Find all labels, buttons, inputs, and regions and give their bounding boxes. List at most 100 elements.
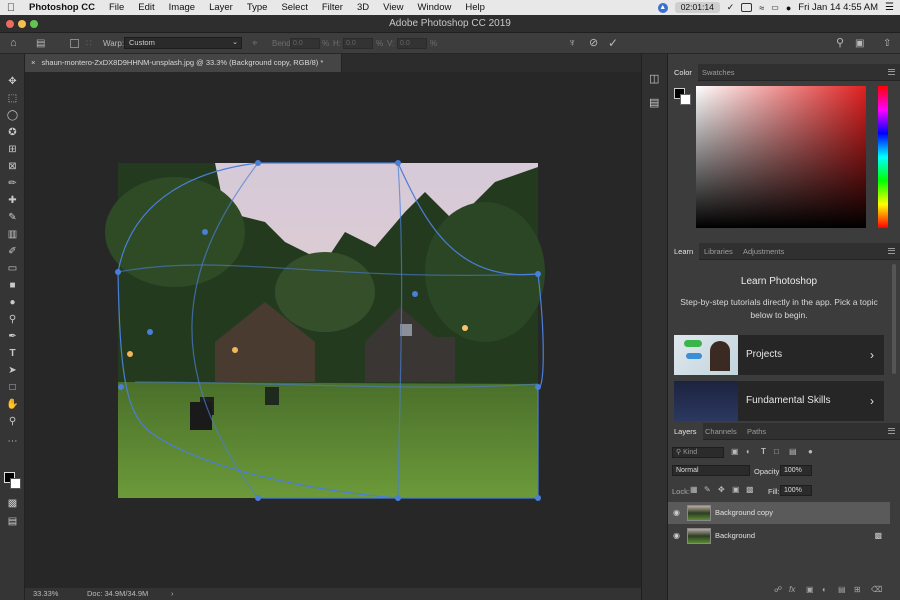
type-tool-icon[interactable]: T <box>4 346 21 361</box>
tab-paths[interactable]: Paths <box>741 423 772 440</box>
commit-transform-icon[interactable]: ✓ <box>608 33 618 54</box>
home-icon[interactable]: ⌂ <box>10 33 17 54</box>
lasso-tool-icon[interactable]: ◯ <box>4 108 21 123</box>
layer-style-icon[interactable]: fx <box>789 585 795 594</box>
history-panel-icon[interactable]: ◫ <box>649 72 659 85</box>
menu-type[interactable]: Type <box>240 2 275 13</box>
h-distortion-input[interactable]: 0.0 <box>343 38 373 49</box>
filter-adjustment-icon[interactable]: ◐ <box>746 447 751 456</box>
apple-menu-icon[interactable]:  <box>0 2 22 14</box>
close-window-button[interactable] <box>6 20 14 28</box>
layers-panel-menu-icon[interactable] <box>888 428 895 434</box>
bend-input[interactable]: 0.0 <box>290 38 320 49</box>
visibility-eye-icon[interactable]: ◉ <box>673 531 680 540</box>
dodge-tool-icon[interactable]: ⚲ <box>4 312 21 327</box>
tab-adjustments[interactable]: Adjustments <box>737 243 790 260</box>
minimize-window-button[interactable] <box>18 20 26 28</box>
cancel-transform-icon[interactable]: ⊘ <box>589 33 598 54</box>
filter-type-icon[interactable]: T <box>761 447 766 456</box>
menu-edit[interactable]: Edit <box>131 2 161 13</box>
opacity-input[interactable]: 100% <box>780 465 812 476</box>
menu-list-icon[interactable]: ☰ <box>885 2 894 13</box>
learn-card-fundamental-skills[interactable]: Fundamental Skills › <box>674 381 884 421</box>
tab-color[interactable]: Color <box>668 64 698 81</box>
wifi-icon[interactable]: ≈ <box>759 3 764 13</box>
zoom-window-button[interactable] <box>30 20 38 28</box>
doc-size-info[interactable]: Doc: 34.9M/34.9M <box>87 588 148 600</box>
eraser-tool-icon[interactable]: ▭ <box>4 261 21 276</box>
filter-shape-icon[interactable]: □ <box>774 447 779 456</box>
new-layer-icon[interactable]: ⊞ <box>854 585 861 594</box>
fill-input[interactable]: 100% <box>780 485 812 496</box>
canvas-area[interactable] <box>25 72 641 588</box>
menu-app-name[interactable]: Photoshop CC <box>22 2 102 13</box>
menu-select[interactable]: Select <box>274 2 314 13</box>
link-layers-icon[interactable]: ☍ <box>774 585 782 594</box>
history-brush-tool-icon[interactable]: ✐ <box>4 244 21 259</box>
delete-layer-icon[interactable]: ⌫ <box>871 585 882 594</box>
background-color-swatch[interactable] <box>10 478 21 489</box>
menu-window[interactable]: Window <box>411 2 459 13</box>
pen-tool-icon[interactable]: ✒ <box>4 329 21 344</box>
airplay-icon[interactable]: ▭ <box>771 3 779 12</box>
rectangle-tool-icon[interactable]: □ <box>4 380 21 395</box>
learn-scrollbar[interactable] <box>892 264 896 374</box>
properties-panel-icon[interactable]: ▤ <box>649 96 659 109</box>
timer-readout[interactable]: 02:01:14 <box>674 2 720 13</box>
screen-mode-icon[interactable]: ▤ <box>4 514 21 529</box>
reference-point-checkbox[interactable] <box>70 39 79 48</box>
move-tool-icon[interactable]: ✥ <box>4 74 21 89</box>
menu-help[interactable]: Help <box>458 2 492 13</box>
workspace-icon[interactable]: ▣ <box>855 33 864 54</box>
add-mask-icon[interactable]: ▣ <box>806 585 814 594</box>
clock-datetime[interactable]: Fri Jan 14 4:55 AM <box>798 2 878 13</box>
warp-style-dropdown[interactable]: Custom ⌄ <box>124 37 242 49</box>
zoom-tool-icon[interactable]: ⚲ <box>4 414 21 429</box>
layer-row-background[interactable]: ◉ Background ▩ <box>668 525 890 547</box>
transform-mode-icon[interactable]: ▤ <box>36 33 45 54</box>
siri-icon[interactable]: ● <box>786 3 791 13</box>
search-icon[interactable]: ⚲ <box>836 33 844 54</box>
blend-mode-dropdown[interactable]: Normal <box>672 465 750 476</box>
upload-status-icon[interactable]: ▲ <box>657 2 668 13</box>
menu-layer[interactable]: Layer <box>202 2 240 13</box>
layer-name[interactable]: Background <box>715 525 755 547</box>
menu-3d[interactable]: 3D <box>350 2 376 13</box>
crop-tool-icon[interactable]: ⊞ <box>4 142 21 157</box>
hue-slider[interactable] <box>878 86 888 228</box>
healing-brush-tool-icon[interactable]: ✚ <box>4 193 21 208</box>
color-panel-menu-icon[interactable] <box>888 69 895 75</box>
lock-position-icon[interactable]: ✥ <box>718 485 725 494</box>
hand-tool-icon[interactable]: ✋ <box>4 397 21 412</box>
learn-panel-menu-icon[interactable] <box>888 248 895 254</box>
share-icon[interactable]: ⇧ <box>883 33 891 54</box>
brush-tool-icon[interactable]: ✎ <box>4 210 21 225</box>
menu-filter[interactable]: Filter <box>315 2 350 13</box>
layer-row-background-copy[interactable]: ◉ Background copy <box>668 502 890 524</box>
checkmark-icon[interactable]: ✓ <box>727 2 735 13</box>
quick-mask-icon[interactable]: ▩ <box>4 496 21 511</box>
warp-orientation-icon[interactable]: ⌖ <box>252 33 258 54</box>
menu-view[interactable]: View <box>376 2 410 13</box>
status-menu-chevron-icon[interactable]: › <box>171 588 174 600</box>
filter-smart-icon[interactable]: ▤ <box>789 447 797 456</box>
menu-file[interactable]: File <box>102 2 131 13</box>
layer-name[interactable]: Background copy <box>715 502 773 524</box>
lock-image-icon[interactable]: ✎ <box>704 485 711 494</box>
lock-artboard-icon[interactable]: ▣ <box>732 485 740 494</box>
zoom-level[interactable]: 33.33% <box>33 588 58 600</box>
visibility-eye-icon[interactable]: ◉ <box>673 508 680 517</box>
layer-kind-filter[interactable]: ⚲ Kind <box>672 447 724 458</box>
eyedropper-tool-icon[interactable]: ✏ <box>4 176 21 191</box>
v-distortion-input[interactable]: 0.0 <box>397 38 427 49</box>
quick-select-tool-icon[interactable]: ✪ <box>4 125 21 140</box>
adjustment-layer-icon[interactable]: ◐ <box>822 585 827 594</box>
lock-all-icon[interactable]: ▩ <box>746 485 754 494</box>
filter-toggle-icon[interactable]: ● <box>808 447 813 456</box>
color-picker-field[interactable] <box>696 86 866 228</box>
frame-tool-icon[interactable]: ⊠ <box>4 159 21 174</box>
filter-pixel-icon[interactable]: ▣ <box>731 447 739 456</box>
close-tab-icon[interactable]: × <box>31 58 35 67</box>
bg-color-chip[interactable] <box>680 94 691 105</box>
document-tab[interactable]: × shaun-montero-ZxDX8D9HHNM-unsplash.jpg… <box>25 54 342 72</box>
